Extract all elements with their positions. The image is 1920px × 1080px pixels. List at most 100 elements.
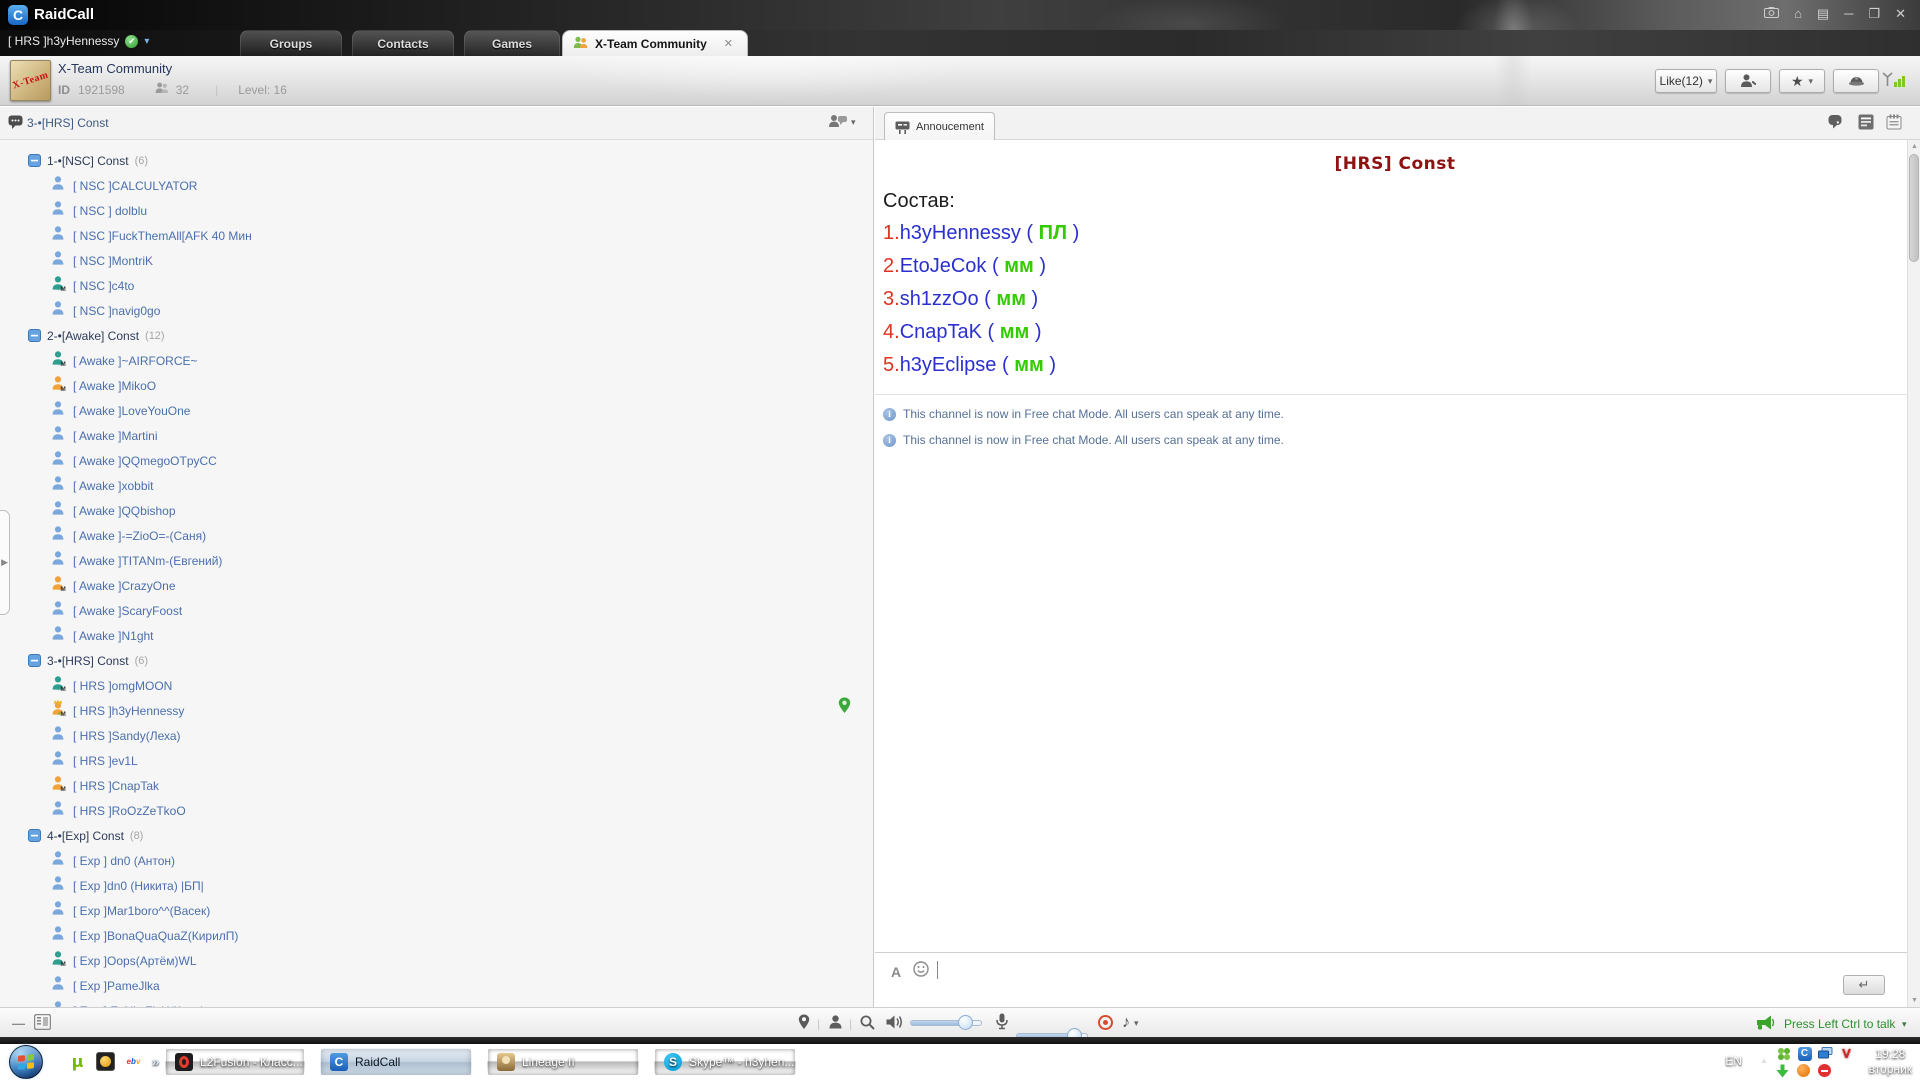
- collapse-toggle-icon[interactable]: [28, 654, 41, 667]
- music-button[interactable]: ♪ ▾: [1122, 1014, 1139, 1032]
- member-row[interactable]: M[ HRS ]h3yHennessy: [0, 698, 873, 723]
- tab-x-team-community[interactable]: X-Team Community ✕: [562, 30, 748, 56]
- messenger-clover-icon[interactable]: [1776, 1046, 1791, 1061]
- taskbar-button[interactable]: L2Fusion - Класс...: [165, 1048, 305, 1076]
- tray-expand-icon[interactable]: ▲: [1760, 1056, 1768, 1065]
- speaker-icon[interactable]: [886, 1014, 904, 1030]
- channel-group-row[interactable]: 2-•[Awake] Const(12): [0, 323, 873, 348]
- chat-input-area[interactable]: A ↵: [875, 952, 1907, 1007]
- member-row[interactable]: [ NSC ]MontriK: [0, 248, 873, 273]
- member-row[interactable]: [ Awake ]QQbishop: [0, 498, 873, 523]
- member-row[interactable]: [ Awake ]TITANm-(Евгений): [0, 548, 873, 573]
- antivirus-icon[interactable]: V: [1839, 1046, 1854, 1061]
- taskbar-button[interactable]: CRaidCall: [320, 1048, 472, 1076]
- close-button[interactable]: ✕: [1895, 4, 1906, 24]
- member-row[interactable]: [ NSC ]navig0go: [0, 298, 873, 323]
- maximize-button[interactable]: ❐: [1868, 4, 1880, 24]
- member-list-button[interactable]: [828, 1015, 843, 1029]
- collapse-toggle-icon[interactable]: [28, 154, 41, 167]
- volume-slider[interactable]: [910, 1020, 982, 1026]
- chat-history-icon[interactable]: [1828, 114, 1846, 135]
- screenshot-icon[interactable]: [1764, 4, 1779, 24]
- collapse-toggle-icon[interactable]: [28, 829, 41, 842]
- collapse-all-button[interactable]: —: [12, 1021, 25, 1027]
- send-button[interactable]: ↵: [1843, 975, 1885, 995]
- channel-group-row[interactable]: 1-•[NSC] Const(6): [0, 148, 873, 173]
- announcement-tab[interactable]: Annoucement: [884, 112, 995, 141]
- notes-icon[interactable]: [1886, 114, 1902, 135]
- member-row[interactable]: [ Awake ]QQmegoOTpyCC: [0, 448, 873, 473]
- member-row[interactable]: [ Awake ]LoveYouOne: [0, 398, 873, 423]
- member-row[interactable]: [ Exp ] dn0 (Антон): [0, 848, 873, 873]
- member-panel-button[interactable]: [34, 1014, 51, 1030]
- skype-dnd-icon[interactable]: [1817, 1063, 1832, 1078]
- volume-slider-thumb[interactable]: [958, 1015, 973, 1030]
- announcement-scrollbar[interactable]: ▲ ▼: [1907, 140, 1920, 1007]
- member-row[interactable]: [ HRS ]Sandy(Леха): [0, 723, 873, 748]
- taskbar-clock[interactable]: 19:28 вторник: [1869, 1047, 1912, 1077]
- raidcall-tray-icon[interactable]: C: [1797, 1046, 1812, 1061]
- taskbar-button[interactable]: Lineage II: [487, 1048, 639, 1076]
- member-row[interactable]: M[ HRS ]omgMOON: [0, 673, 873, 698]
- member-row[interactable]: [ Awake ]xobbit: [0, 473, 873, 498]
- tab-contacts[interactable]: Contacts: [352, 30, 454, 56]
- member-row[interactable]: [ HRS ]ev1L: [0, 748, 873, 773]
- emoticon-button[interactable]: [913, 961, 929, 982]
- tab-close-icon[interactable]: ✕: [724, 37, 733, 50]
- skin-icon[interactable]: ▤: [1817, 4, 1829, 24]
- taskbar-button[interactable]: SSkype™ - h3yhen...: [654, 1048, 796, 1076]
- chat-mode-button[interactable]: ▾: [828, 114, 856, 130]
- member-row[interactable]: [ NSC ]CALCULYATOR: [0, 173, 873, 198]
- scrollbar-thumb[interactable]: [1909, 154, 1919, 262]
- member-row[interactable]: [ HRS ]RoOzZeTkoO: [0, 798, 873, 823]
- member-row[interactable]: [ Exp ]dn0 (Никита) |БП|: [0, 873, 873, 898]
- member-row[interactable]: [ NSC ] dolblu: [0, 198, 873, 223]
- member-row[interactable]: [ NSC ]FuckThemAll[AFK 40 Мин: [0, 223, 873, 248]
- add-member-button[interactable]: [1725, 69, 1771, 93]
- download-manager-icon[interactable]: [1775, 1063, 1790, 1078]
- font-style-button[interactable]: A: [891, 964, 901, 980]
- push-to-talk-label[interactable]: Press Left Ctrl to talk: [1784, 1017, 1895, 1031]
- favorite-button[interactable]: ★ ▾: [1779, 69, 1825, 93]
- panel-collapse-handle[interactable]: ▶: [0, 510, 10, 615]
- channel-group-row[interactable]: 4-•[Exp] Const(8): [0, 823, 873, 848]
- member-row[interactable]: M[ Awake ]MikoO: [0, 373, 873, 398]
- status-caret-icon[interactable]: ▾: [144, 36, 149, 47]
- home-icon[interactable]: ⌂: [1794, 4, 1802, 24]
- language-indicator[interactable]: EN: [1725, 1054, 1742, 1068]
- member-row[interactable]: M[ NSC ]c4to: [0, 273, 873, 298]
- admin-button[interactable]: [1833, 69, 1879, 93]
- search-icon[interactable]: [860, 1015, 875, 1030]
- member-row[interactable]: [ Exp ]Mar1boro^^(Васек): [0, 898, 873, 923]
- scroll-down-icon[interactable]: ▼: [1908, 994, 1920, 1007]
- tab-groups[interactable]: Groups: [240, 30, 342, 56]
- utorrent-icon[interactable]: µ: [68, 1052, 87, 1071]
- member-row[interactable]: [ Exp ] FuNkyFisH(Коля): [0, 998, 873, 1007]
- ptt-caret-icon[interactable]: ▾: [1902, 1019, 1907, 1030]
- current-user-chip[interactable]: [ HRS ]h3yHennessy ✔ ▾: [8, 34, 149, 48]
- collapse-toggle-icon[interactable]: [28, 329, 41, 342]
- member-row[interactable]: [ Awake ]-=ZioO=-(Саня): [0, 523, 873, 548]
- display-settings-icon[interactable]: [1818, 1046, 1833, 1061]
- start-button[interactable]: [9, 1045, 43, 1079]
- locate-self-button[interactable]: [798, 1014, 810, 1030]
- member-row[interactable]: [ Awake ]Martini: [0, 423, 873, 448]
- record-button[interactable]: [1098, 1015, 1113, 1030]
- aimp-tray-icon[interactable]: [1796, 1063, 1811, 1078]
- member-row[interactable]: [ Awake ]ScaryFoost: [0, 598, 873, 623]
- scroll-up-icon[interactable]: ▲: [1908, 140, 1920, 153]
- member-row[interactable]: M[ HRS ]CnapTak: [0, 773, 873, 798]
- tab-games[interactable]: Games: [464, 30, 560, 56]
- microphone-icon[interactable]: [996, 1013, 1008, 1030]
- member-row[interactable]: [ Exp ]PameJlka: [0, 973, 873, 998]
- feed-icon[interactable]: [1858, 114, 1874, 135]
- member-row[interactable]: M[ Awake ]CrazyOne: [0, 573, 873, 598]
- member-row[interactable]: M[ Exp ]Oops(Артём)WL: [0, 948, 873, 973]
- group-avatar[interactable]: X-Team: [10, 60, 51, 101]
- ebay-icon[interactable]: ebv: [124, 1052, 143, 1071]
- member-row[interactable]: [ Awake ]N1ght: [0, 623, 873, 648]
- like-button[interactable]: Like(12)▾: [1655, 69, 1717, 93]
- channel-group-row[interactable]: 3-•[HRS] Const(6): [0, 648, 873, 673]
- quick-launch-more-icon[interactable]: »: [152, 1054, 159, 1069]
- member-row[interactable]: [ Exp ]BonaQuaQuaZ(КирилП): [0, 923, 873, 948]
